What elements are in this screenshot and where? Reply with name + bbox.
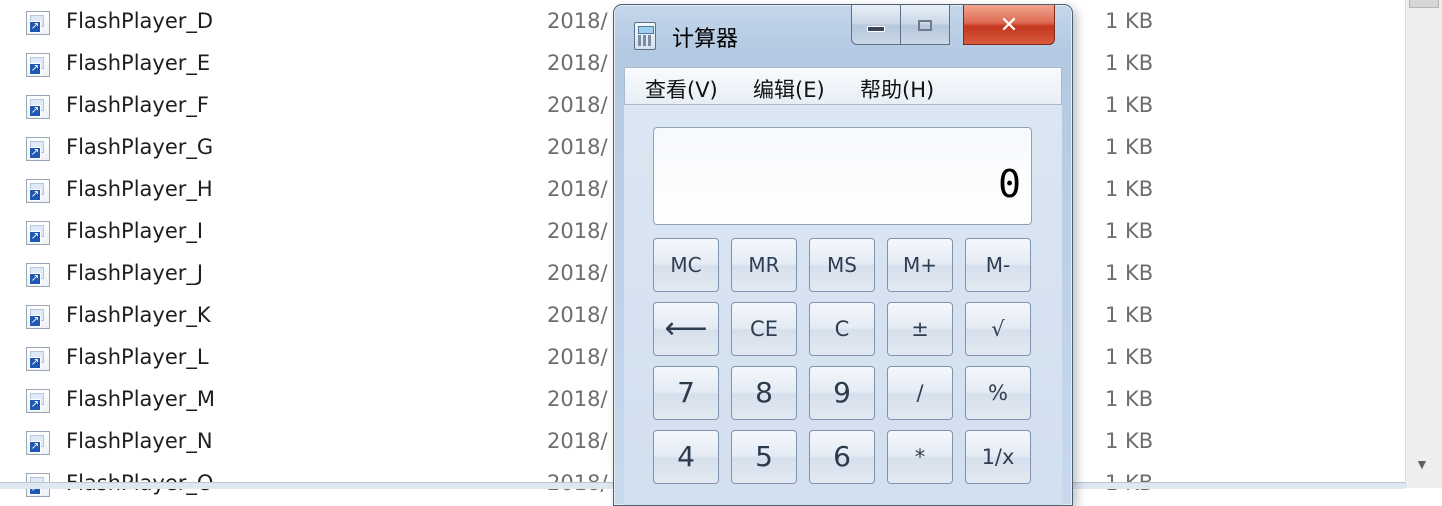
file-date: 2018/ bbox=[547, 387, 608, 411]
calculator-app-icon bbox=[634, 22, 656, 50]
file-date: 2018/ bbox=[547, 261, 608, 285]
window-title: 计算器 bbox=[672, 27, 739, 52]
key-ce[interactable]: CE bbox=[731, 302, 797, 356]
file-size: 1 KB bbox=[1105, 345, 1154, 369]
shortcut-file-icon: ↗ bbox=[26, 263, 50, 287]
key-multiply[interactable]: * bbox=[887, 430, 953, 484]
file-date: 2018/ bbox=[547, 219, 608, 243]
shortcut-file-icon: ↗ bbox=[26, 305, 50, 329]
key-percent[interactable]: % bbox=[965, 366, 1031, 420]
menu-view[interactable]: 查看(V) bbox=[645, 74, 718, 104]
key-plus-minus[interactable]: ± bbox=[887, 302, 953, 356]
file-name: FlashPlayer_J bbox=[66, 261, 204, 285]
key-6[interactable]: 6 bbox=[809, 430, 875, 484]
file-name: FlashPlayer_N bbox=[66, 429, 213, 453]
scroll-down-arrow-icon[interactable]: ▼ bbox=[1415, 456, 1429, 472]
maximize-button[interactable] bbox=[900, 5, 950, 45]
file-size: 1 KB bbox=[1105, 429, 1154, 453]
menu-help[interactable]: 帮助(H) bbox=[860, 74, 934, 104]
file-date: 2018/ bbox=[547, 93, 608, 117]
file-name: FlashPlayer_E bbox=[66, 51, 211, 75]
file-name: FlashPlayer_L bbox=[66, 345, 209, 369]
file-size: 1 KB bbox=[1105, 177, 1154, 201]
shortcut-file-icon: ↗ bbox=[26, 221, 50, 245]
file-size: 1 KB bbox=[1105, 135, 1154, 159]
menu-edit[interactable]: 编辑(E) bbox=[753, 74, 825, 104]
file-date: 2018/ bbox=[547, 177, 608, 201]
key-m-minus[interactable]: M- bbox=[965, 238, 1031, 292]
file-name: FlashPlayer_K bbox=[66, 303, 211, 327]
calculator-window: 计算器 ✕ 查看(V) 编辑(E) 帮助(H) 0 MC MR MS M+ M-… bbox=[613, 4, 1073, 506]
file-date: 2018/ bbox=[547, 9, 608, 33]
key-ms[interactable]: MS bbox=[809, 238, 875, 292]
file-name: FlashPlayer_F bbox=[66, 93, 209, 117]
file-name: FlashPlayer_D bbox=[66, 9, 214, 33]
file-date: 2018/ bbox=[547, 303, 608, 327]
key-9[interactable]: 9 bbox=[809, 366, 875, 420]
file-name: FlashPlayer_H bbox=[66, 177, 213, 201]
file-date: 2018/ bbox=[547, 51, 608, 75]
shortcut-file-icon: ↗ bbox=[26, 11, 50, 35]
key-c[interactable]: C bbox=[809, 302, 875, 356]
minimize-button[interactable] bbox=[851, 5, 901, 45]
key-mr[interactable]: MR bbox=[731, 238, 797, 292]
calculator-body: 0 MC MR MS M+ M- ⟵ CE C ± √ 7 8 9 / % 4 … bbox=[624, 105, 1062, 505]
file-name: FlashPlayer_M bbox=[66, 387, 215, 411]
close-button[interactable]: ✕ bbox=[963, 5, 1055, 45]
file-size: 1 KB bbox=[1105, 387, 1154, 411]
file-size: 1 KB bbox=[1105, 261, 1154, 285]
file-name: FlashPlayer_G bbox=[66, 135, 214, 159]
close-icon: ✕ bbox=[999, 12, 1019, 37]
key-4[interactable]: 4 bbox=[653, 430, 719, 484]
key-reciprocal[interactable]: 1/x bbox=[965, 430, 1031, 484]
shortcut-file-icon: ↗ bbox=[26, 431, 50, 455]
file-date: 2018/ bbox=[547, 429, 608, 453]
calculator-display: 0 bbox=[653, 127, 1032, 225]
key-backspace[interactable]: ⟵ bbox=[653, 302, 719, 356]
title-bar[interactable]: 计算器 ✕ bbox=[614, 5, 1072, 65]
file-size: 1 KB bbox=[1105, 303, 1154, 327]
minimize-icon bbox=[867, 26, 885, 33]
key-sqrt[interactable]: √ bbox=[965, 302, 1031, 356]
vertical-scrollbar[interactable]: ▼ bbox=[1405, 0, 1442, 488]
key-8[interactable]: 8 bbox=[731, 366, 797, 420]
file-date: 2018/ bbox=[547, 135, 608, 159]
file-size: 1 KB bbox=[1105, 219, 1154, 243]
key-7[interactable]: 7 bbox=[653, 366, 719, 420]
shortcut-file-icon: ↗ bbox=[26, 347, 50, 371]
shortcut-file-icon: ↗ bbox=[26, 95, 50, 119]
key-5[interactable]: 5 bbox=[731, 430, 797, 484]
key-m-plus[interactable]: M+ bbox=[887, 238, 953, 292]
file-size: 1 KB bbox=[1105, 93, 1154, 117]
shortcut-file-icon: ↗ bbox=[26, 137, 50, 161]
file-size: 1 KB bbox=[1105, 9, 1154, 33]
file-size: 1 KB bbox=[1105, 51, 1154, 75]
shortcut-file-icon: ↗ bbox=[26, 179, 50, 203]
file-date: 2018/ bbox=[547, 345, 608, 369]
key-mc[interactable]: MC bbox=[653, 238, 719, 292]
maximize-icon bbox=[918, 19, 932, 31]
shortcut-file-icon: ↗ bbox=[26, 389, 50, 413]
shortcut-file-icon: ↗ bbox=[26, 53, 50, 77]
key-divide[interactable]: / bbox=[887, 366, 953, 420]
file-name: FlashPlayer_I bbox=[66, 219, 204, 243]
menu-bar: 查看(V) 编辑(E) 帮助(H) bbox=[624, 67, 1062, 105]
display-value: 0 bbox=[998, 162, 1021, 206]
scrollbar-thumb[interactable] bbox=[1409, 0, 1439, 8]
